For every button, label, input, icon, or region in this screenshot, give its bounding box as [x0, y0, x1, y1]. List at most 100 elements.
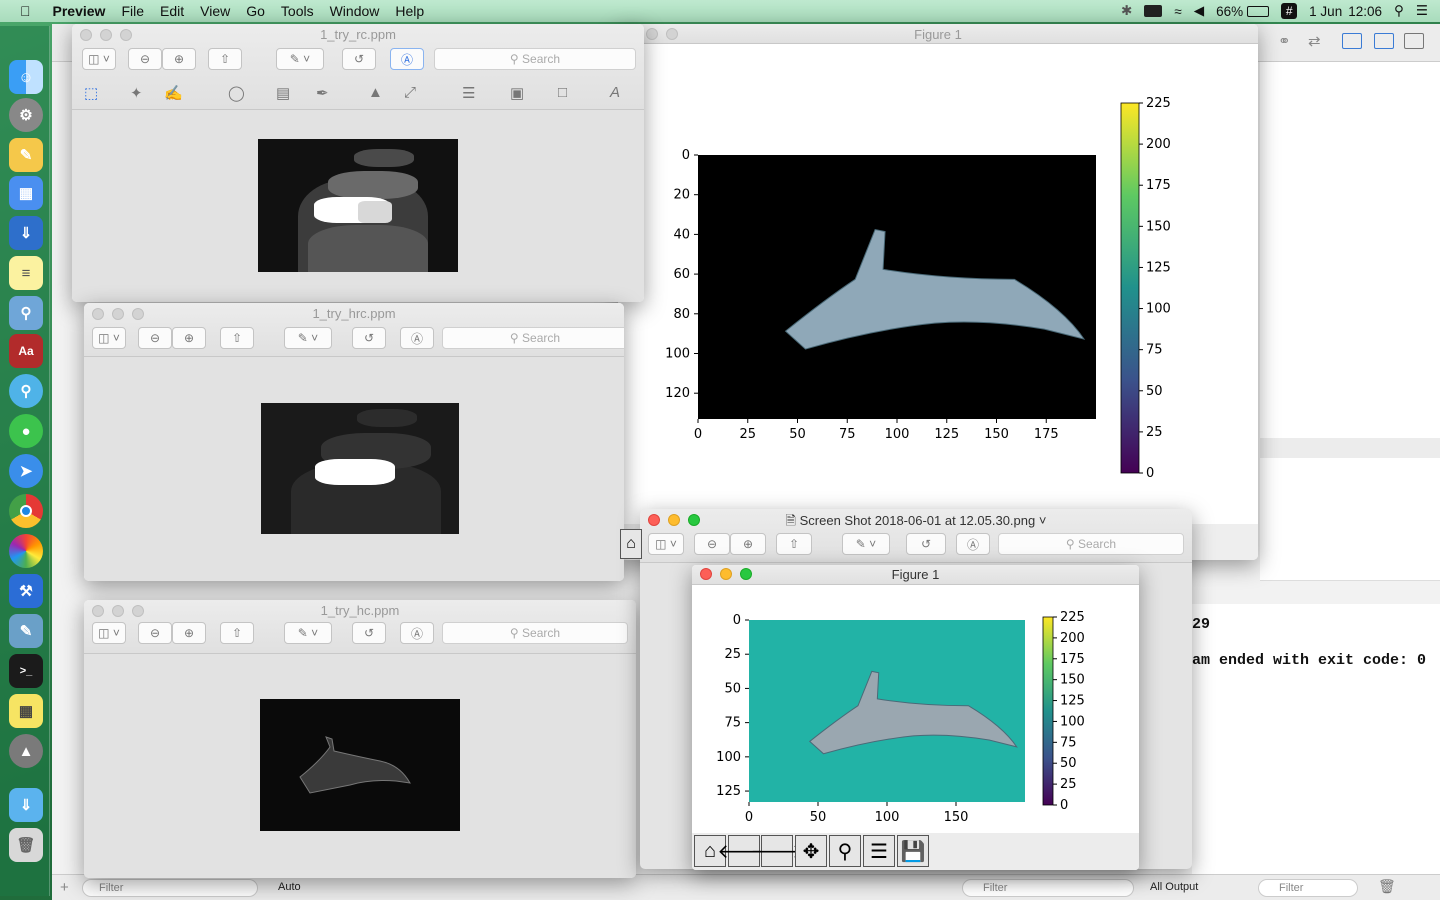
apple-icon[interactable]: : [0, 3, 45, 19]
system-preferences-icon[interactable]: ⚙: [9, 98, 43, 132]
menu-file[interactable]: File: [113, 3, 152, 19]
text-tool-icon[interactable]: ▤: [276, 84, 290, 102]
border-color-icon[interactable]: ▣: [510, 84, 524, 102]
markup-toolbar-button[interactable]: Ⓐ: [400, 622, 434, 644]
finder-search-icon[interactable]: ⚲: [9, 374, 43, 408]
selection-tool-icon[interactable]: ⬚: [84, 84, 98, 102]
textedit-icon[interactable]: ✎: [9, 138, 43, 172]
adjust-size-icon[interactable]: ⤢: [404, 84, 416, 101]
sidebar-toggle-button[interactable]: ◫ ˅: [82, 48, 116, 70]
markup-pen-button[interactable]: ✎ ˅: [276, 48, 324, 70]
forward-arrow-icon[interactable]: 🡒: [750, 835, 804, 867]
wechat-icon[interactable]: ●: [9, 414, 43, 448]
dictionary-icon[interactable]: Aa: [9, 334, 43, 368]
menu-window[interactable]: Window: [322, 3, 388, 19]
hashtag-icon[interactable]: #: [1281, 3, 1298, 19]
menu-edit[interactable]: Edit: [152, 3, 192, 19]
filter-field-mid[interactable]: Filter: [962, 879, 1134, 897]
clock-time[interactable]: 12:06: [1348, 4, 1382, 19]
home-icon[interactable]: ⌂: [620, 529, 642, 559]
menu-help[interactable]: Help: [387, 3, 432, 19]
auto-select[interactable]: Auto: [278, 881, 301, 893]
text-style-icon[interactable]: A: [610, 84, 620, 101]
notes-icon[interactable]: ≡: [9, 256, 43, 290]
preview-icon[interactable]: ⚲: [9, 296, 43, 330]
keynote-icon[interactable]: ▦: [9, 176, 43, 210]
preview-app-icon[interactable]: ✎: [9, 614, 43, 648]
zoom-in-button[interactable]: ⊕: [172, 622, 206, 644]
keyboard-icon[interactable]: [1144, 5, 1163, 17]
terminal-icon[interactable]: >_: [9, 654, 43, 688]
sign-tool-icon[interactable]: ✒: [316, 84, 329, 102]
zoom-in-button[interactable]: ⊕: [730, 533, 766, 555]
menu-tools[interactable]: Tools: [273, 3, 322, 19]
bluetooth-icon[interactable]: ✱: [1121, 3, 1132, 19]
clock-date[interactable]: 1 Jun: [1309, 4, 1342, 19]
filter-field-right[interactable]: Filter: [1258, 879, 1358, 897]
shape-style-icon[interactable]: ☰: [462, 84, 475, 102]
menu-app-name[interactable]: Preview: [45, 3, 114, 19]
ide-swap-icon[interactable]: ⇄: [1308, 32, 1321, 50]
zoom-out-button[interactable]: ⊖: [694, 533, 730, 555]
share-button[interactable]: ⇧: [208, 48, 242, 70]
ide-panel-right-icon[interactable]: [1404, 33, 1424, 49]
sidebar-toggle-button[interactable]: ◫ ˅: [92, 622, 126, 644]
spotlight-icon[interactable]: ⚲: [1394, 3, 1404, 19]
stickies-icon[interactable]: ▦: [9, 694, 43, 728]
all-output-select[interactable]: All Output: [1150, 881, 1198, 893]
rotate-button[interactable]: ↺: [906, 533, 946, 555]
chrome-icon[interactable]: [9, 494, 43, 528]
adjust-color-icon[interactable]: ▲: [368, 84, 383, 101]
markup-toolbar-button[interactable]: Ⓐ: [390, 48, 424, 70]
zoom-out-button[interactable]: ⊖: [128, 48, 162, 70]
finder-icon[interactable]: ☺: [9, 60, 43, 94]
ide-link-icon[interactable]: ⚭: [1278, 32, 1291, 50]
search-field[interactable]: ⚲ Search: [442, 622, 628, 644]
rotate-button[interactable]: ↺: [352, 622, 386, 644]
zoom-out-button[interactable]: ⊖: [138, 327, 172, 349]
markup-toolbar-button[interactable]: Ⓐ: [956, 533, 990, 555]
zoom-in-button[interactable]: ⊕: [172, 327, 206, 349]
filter-field-left[interactable]: Filter: [82, 879, 258, 897]
launchpad-icon[interactable]: ▲: [9, 734, 43, 768]
pan-icon[interactable]: ✥: [795, 835, 827, 867]
app-installer-icon[interactable]: ⇓: [9, 216, 43, 250]
share-button[interactable]: ⇧: [776, 533, 812, 555]
search-field[interactable]: ⚲ Search: [998, 533, 1184, 555]
xcode-icon[interactable]: ⚒: [9, 574, 43, 608]
volume-icon[interactable]: ◀: [1194, 3, 1204, 19]
instant-alpha-icon[interactable]: ✦: [130, 84, 143, 102]
ide-panel-bottom-icon[interactable]: [1374, 33, 1394, 49]
configure-subplots-icon[interactable]: ☰: [863, 835, 895, 867]
menu-go[interactable]: Go: [238, 3, 273, 19]
downloads-folder-icon[interactable]: ⇓: [9, 788, 43, 822]
wifi-icon[interactable]: ≈: [1174, 4, 1181, 19]
rotate-button[interactable]: ↺: [352, 327, 386, 349]
battery-icon[interactable]: [1247, 5, 1270, 17]
photos-icon[interactable]: [9, 534, 43, 568]
menu-view[interactable]: View: [192, 3, 238, 19]
rotate-button[interactable]: ↺: [342, 48, 376, 70]
zoom-in-button[interactable]: ⊕: [162, 48, 196, 70]
search-field[interactable]: ⚲ Search: [442, 327, 624, 349]
save-figure-icon[interactable]: 💾: [897, 835, 929, 867]
zoom-magnifier-icon[interactable]: ⚲: [829, 835, 861, 867]
sketch-tool-icon[interactable]: ✍: [164, 84, 183, 102]
sidebar-toggle-button[interactable]: ◫ ˅: [648, 533, 684, 555]
trash-dock-icon[interactable]: 🗑: [9, 828, 43, 862]
markup-pen-button[interactable]: ✎ ˅: [284, 622, 332, 644]
ide-panel-left-icon[interactable]: [1342, 33, 1362, 49]
share-button[interactable]: ⇧: [220, 327, 254, 349]
fill-color-icon[interactable]: □: [558, 84, 567, 101]
add-icon[interactable]: +: [60, 879, 69, 896]
markup-pen-button[interactable]: ✎ ˅: [284, 327, 332, 349]
sidebar-toggle-button[interactable]: ◫ ˅: [92, 327, 126, 349]
markup-pen-button[interactable]: ✎ ˅: [842, 533, 890, 555]
trash-icon[interactable]: 🗑: [1378, 878, 1396, 895]
zoom-out-button[interactable]: ⊖: [138, 622, 172, 644]
markup-toolbar-button[interactable]: Ⓐ: [400, 327, 434, 349]
battery-percent[interactable]: 66%: [1216, 4, 1243, 19]
search-field[interactable]: ⚲ Search: [434, 48, 636, 70]
notification-center-icon[interactable]: ☰: [1416, 3, 1428, 19]
safari-icon[interactable]: ➤: [9, 454, 43, 488]
